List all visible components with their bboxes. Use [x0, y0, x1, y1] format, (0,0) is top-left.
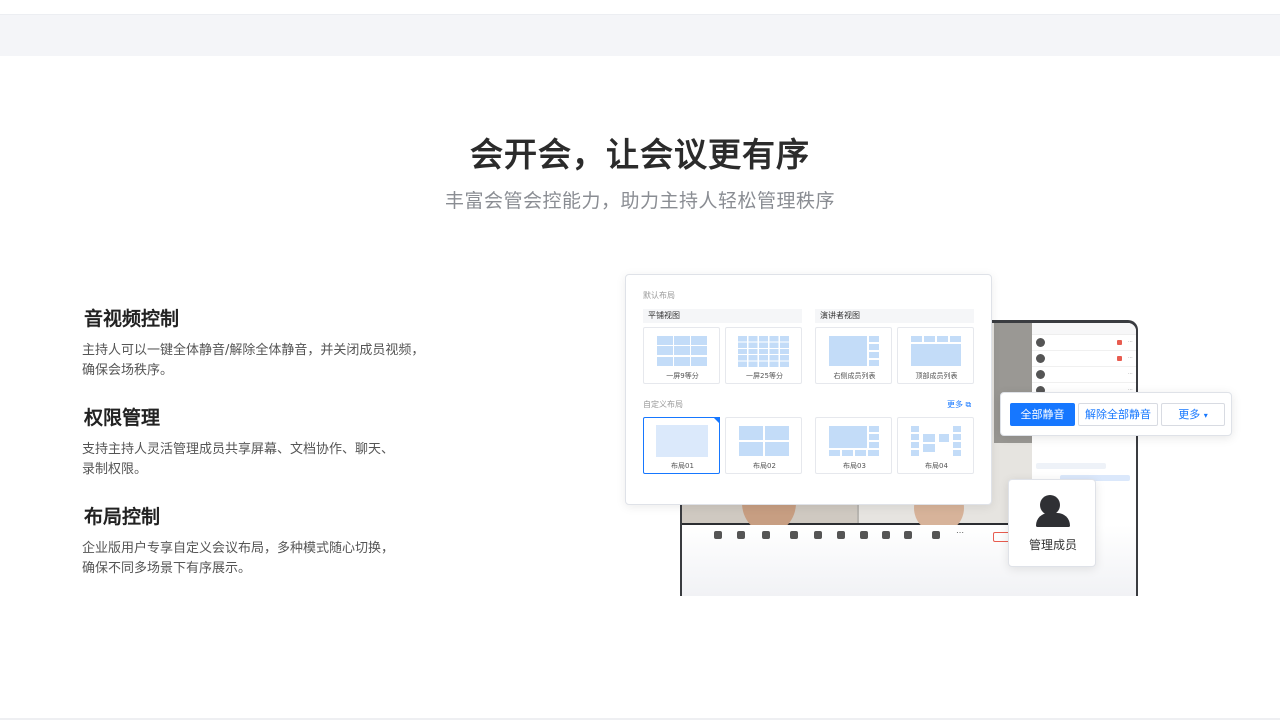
chat-bubble	[1036, 463, 1106, 469]
default-layout-heading: 默认布局	[643, 291, 675, 300]
reaction-icon	[860, 531, 868, 539]
hero-title: 会开会，让会议更有序	[470, 135, 810, 174]
user-icon	[1040, 495, 1060, 515]
custom-layout-heading: 自定义布局	[643, 400, 683, 409]
layout-tile-label: 一屏25等分	[746, 372, 783, 380]
feature-desc: 支持主持人灵活管理成员共享屏幕、文档协作、聊天、 录制权限。	[82, 442, 395, 477]
layout-tile-label: 布局02	[753, 462, 776, 470]
layout-tile-label: 右侧成员列表	[833, 372, 876, 380]
feature-list: 音视频控制 主持人可以一键全体静音/解除全体静音，并关闭成员视频， 确保会场秩序。…	[82, 304, 462, 601]
more-icon: ⋯	[1128, 355, 1133, 361]
more-icon: ⋯	[1128, 339, 1133, 345]
layout-preview	[656, 425, 708, 457]
custom-layout-04[interactable]: 布局04	[897, 417, 974, 474]
mic-icon	[1117, 356, 1122, 361]
layout-tile-label: 一屏9等分	[666, 372, 699, 380]
layout-preview	[738, 425, 790, 457]
layout-tile-label: 布局03	[843, 462, 866, 470]
layout-preview	[828, 425, 880, 457]
feature-desc: 企业版用户专享自定义会议布局，多种模式随心切换， 确保不同多场景下有序展示。	[82, 541, 395, 576]
unmute-all-button[interactable]: 解除全部静音	[1078, 403, 1158, 426]
layout-tile-25[interactable]: 一屏25等分	[725, 327, 802, 384]
members-panel-header	[1032, 323, 1136, 335]
manage-members-label: 管理成员	[1028, 538, 1077, 552]
member-row: ⋯	[1032, 351, 1136, 367]
feature-title: 布局控制	[84, 506, 161, 528]
layout-tile-label: 布局01	[671, 462, 694, 470]
selected-corner-icon	[713, 417, 720, 424]
user-icon-body	[1036, 513, 1070, 527]
hero-subtitle: 丰富会管会控能力，助力主持人轻松管理秩序	[444, 190, 835, 212]
chat-icon	[837, 531, 845, 539]
record-icon	[932, 531, 940, 539]
invite-icon	[790, 531, 798, 539]
layout-preview	[910, 335, 962, 367]
external-link-icon: ⧉	[965, 400, 972, 409]
more-layouts-link[interactable]: 更多 ⧉	[947, 399, 971, 410]
camera-icon	[737, 531, 745, 539]
feature-title: 权限管理	[84, 407, 161, 429]
layout-preview	[656, 335, 708, 367]
layout-settings-card: 默认布局 平铺视图 演讲者视图 一屏9等分 一屏25等分 右侧成员列表 顶部成员…	[625, 274, 992, 505]
layout-tile-label: 顶部成员列表	[915, 372, 958, 380]
feature-desc: 主持人可以一键全体静音/解除全体静音，并关闭成员视频， 确保会场秩序。	[82, 343, 425, 378]
custom-layout-02[interactable]: 布局02	[725, 417, 802, 474]
members-icon	[814, 531, 822, 539]
feature-av-control: 音视频控制 主持人可以一键全体静音/解除全体静音，并关闭成员视频， 确保会场秩序。	[82, 304, 462, 381]
mic-icon	[1117, 340, 1122, 345]
speaker-view-group: 演讲者视图	[815, 309, 974, 323]
more-options-button[interactable]: 更多 ▾	[1161, 403, 1225, 426]
feature-permission: 权限管理 支持主持人灵活管理成员共享屏幕、文档协作、聊天、 录制权限。	[82, 403, 462, 480]
custom-layout-01[interactable]: 布局01	[643, 417, 720, 474]
security-icon	[882, 531, 890, 539]
mute-controls-popover: 全部静音 解除全部静音 更多 ▾	[1000, 392, 1232, 436]
more-icon: ⋯	[956, 528, 964, 537]
feature-layout: 布局控制 企业版用户专享自定义会议布局，多种模式随心切换， 确保不同多场景下有序展…	[82, 502, 462, 579]
layout-tile-label: 布局04	[925, 462, 948, 470]
mute-all-button[interactable]: 全部静音	[1010, 403, 1075, 426]
layout-preview	[910, 425, 962, 457]
mic-icon	[714, 531, 722, 539]
layout-tile-9[interactable]: 一屏9等分	[643, 327, 720, 384]
layout-tile-right-list[interactable]: 右侧成员列表	[815, 327, 892, 384]
tile-view-group: 平铺视图	[643, 309, 802, 323]
feature-title: 音视频控制	[84, 308, 180, 330]
more-icon: ⋯	[1128, 371, 1133, 377]
member-row: ⋯	[1032, 335, 1136, 351]
member-row: ⋯	[1032, 367, 1136, 383]
layout-tile-top-list[interactable]: 顶部成员列表	[897, 327, 974, 384]
layout-preview	[828, 335, 880, 367]
manage-members-button[interactable]: 管理成员	[1008, 479, 1096, 567]
top-band	[0, 0, 1280, 56]
settings-icon	[904, 531, 912, 539]
layout-preview	[738, 335, 790, 367]
caret-down-icon: ▾	[1203, 411, 1208, 420]
custom-layout-03[interactable]: 布局03	[815, 417, 892, 474]
share-screen-icon	[762, 531, 770, 539]
